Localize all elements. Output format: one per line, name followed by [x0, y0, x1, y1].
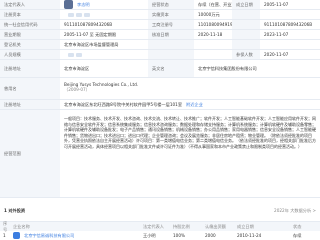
credit-code-value: 91110108780943206B: [64, 22, 113, 27]
col-header: 成立日期: [234, 222, 290, 231]
investment-status: 存续: [293, 232, 302, 238]
term-value: 2005-11-07 至 无固定期限: [64, 31, 117, 37]
label-staff-size: 人员规模: [0, 50, 60, 59]
status-value: 存续（在营、开业）: [198, 1, 232, 7]
address-row: 注册地址 北京市海淀区东北旺西路8号院中关村软件园甲5号楼一层101室 附近企业: [0, 100, 320, 110]
paid-capital-value: 10000万元: [198, 11, 220, 17]
investment-rep[interactable]: 王小明: [140, 231, 170, 240]
label-term: 营业期限: [0, 30, 60, 39]
tax-id-value: 91110108780943206B: [264, 22, 313, 27]
label-english-name: 英文名: [148, 60, 194, 77]
info-row: 营业期限 2005-11-07 至 无固定期限 核准日期 2020-11-18 …: [0, 30, 320, 40]
label-empty: [232, 10, 260, 19]
nearby-link[interactable]: 附近企业: [186, 102, 203, 108]
redacted-value: [68, 12, 90, 17]
label-status: 经营状态: [148, 0, 194, 9]
investment-title: 1 对外投资: [4, 207, 26, 213]
established-value: 2005-11-07: [264, 2, 289, 7]
company-info-table: 法定代表人 李志明 经营状态 存续（在营、开业） 成立日期 2005-11-07…: [0, 0, 320, 198]
label-address: 注册地址: [0, 100, 60, 109]
col-header: 认缴出资额: [202, 222, 234, 231]
investment-company-link[interactable]: 北京宇信易诚科技有限公司: [24, 233, 74, 239]
investment-company: 北京宇信易诚科技有限公司: [10, 231, 140, 240]
label-registered-capital: 注册资本: [0, 10, 60, 19]
label-reg-number: 工商注册号: [148, 20, 194, 29]
reg-number-value: 110108009491975: [198, 22, 232, 27]
value-empty: [194, 40, 232, 49]
label-scope: 经营范围: [0, 110, 60, 197]
former-name-date: （2009-07）: [64, 87, 90, 93]
address-value: 北京市海淀区东北旺西路8号院中关村软件园甲5号楼一层101室 附近企业: [60, 100, 320, 109]
label-empty: [148, 50, 194, 59]
info-row: 统一社会信用代码 91110108780943206B 工商注册号 110108…: [0, 20, 320, 30]
english-name-value: 北京宇信科技集团股份有限公司: [198, 65, 257, 71]
value-empty: [260, 10, 320, 19]
label-empty: [148, 78, 194, 99]
investment-date: 2010-11-24: [237, 233, 262, 238]
label-empty: [148, 40, 194, 49]
investment-ratio: 100%: [173, 233, 185, 238]
info-row: 人员规模 参保人数 2020-11-07: [0, 50, 320, 60]
investment-section: 1 对外投资 2022年 大数据分析 > 序号 企业名称 法定代表人 持股比例 …: [0, 200, 320, 240]
address-text: 北京市海淀区东北旺西路8号院中关村软件园甲5号楼一层101室: [64, 101, 183, 107]
label-empty: [232, 30, 260, 39]
investment-header: 1 对外投资 2022年 大数据分析 >: [0, 200, 320, 222]
approval-date-value: 2020-11-18: [198, 32, 223, 37]
label-region: 注册地址: [0, 60, 60, 77]
label-credit-code: 统一社会信用代码: [0, 20, 60, 29]
value-empty: [194, 50, 232, 59]
former-name-value: Beijing Yusys Technologies Co., Ltd. （20…: [60, 78, 148, 99]
col-header: 企业名称: [10, 222, 140, 231]
info-row: 注册资本 实缴资本 10000万元: [0, 10, 320, 20]
info-row: 注册地址 北京市海淀区 英文名 北京宇信科技集团股份有限公司: [0, 60, 320, 78]
col-header: 序号: [0, 221, 10, 232]
insured-value: 2020-11-07: [264, 52, 289, 57]
scope-text: 一般项目：技术服务、技术开发、技术咨询、技术交流、技术转让、技术推广；软件开发；…: [64, 116, 316, 149]
label-paid-capital: 实缴资本: [148, 10, 194, 19]
col-header: 状态: [290, 222, 320, 231]
row-number: 1: [3, 233, 6, 238]
redacted-value: [68, 52, 82, 57]
col-header: 持股比例: [170, 222, 202, 231]
legal-rep-value: 李志明: [60, 0, 148, 9]
legal-rep-link[interactable]: 李志明: [77, 2, 90, 8]
former-name-row: 曾用名 Beijing Yusys Technologies Co., Ltd.…: [0, 78, 320, 100]
label-empty: [232, 20, 260, 29]
label-former-name: 曾用名: [0, 78, 60, 99]
value-empty: [260, 40, 320, 49]
label-established: 成立日期: [232, 0, 260, 9]
registered-capital-value: [60, 10, 148, 19]
info-row: 法定代表人 李志明 经营状态 存续（在营、开业） 成立日期 2005-11-07: [0, 0, 320, 10]
info-row: 登记机关 北京市海淀区市场监督管理局: [0, 40, 320, 50]
region-value: 北京市海淀区: [64, 65, 90, 71]
investment-more-link[interactable]: 2022年 大数据分析 >: [274, 208, 316, 214]
company-logo-icon: [13, 232, 20, 239]
date-value: 2023-11-07: [264, 32, 289, 37]
staff-size-value: [60, 50, 148, 59]
authority-value: 北京市海淀区市场监督管理局: [64, 41, 119, 47]
label-insured: 参保人数: [232, 50, 260, 59]
investment-amount: 2000: [205, 233, 216, 238]
col-header: 法定代表人: [140, 222, 170, 231]
label-authority: 登记机关: [0, 40, 60, 49]
label-empty: [232, 40, 260, 49]
label-legal-rep: 法定代表人: [0, 0, 60, 9]
avatar: [64, 0, 73, 9]
label-approval-date: 核准日期: [148, 30, 194, 39]
scope-row: 经营范围 一般项目：技术服务、技术开发、技术咨询、技术交流、技术转让、技术推广；…: [0, 110, 320, 198]
